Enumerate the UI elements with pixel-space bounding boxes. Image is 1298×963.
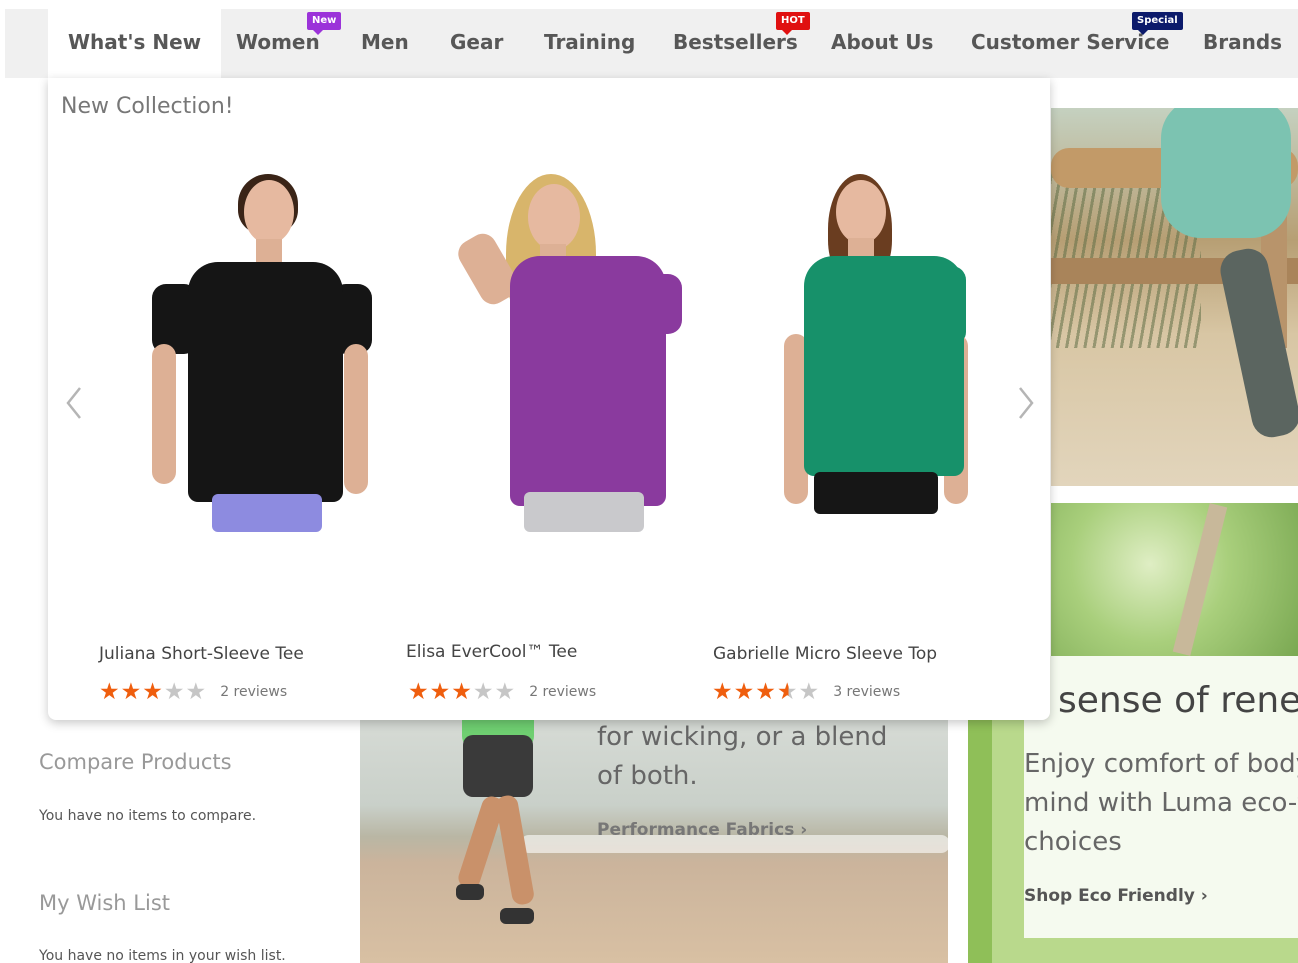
nav-item-bestsellers[interactable]: Bestsellers HOT <box>673 9 810 78</box>
performance-fabrics-link[interactable]: Performance Fabrics › <box>597 820 807 840</box>
model-arm <box>152 344 176 484</box>
model-shorts <box>814 472 938 514</box>
model-arm <box>344 344 368 494</box>
shop-eco-friendly-link[interactable]: Shop Eco Friendly › <box>1024 886 1208 906</box>
nav-item-customer-service[interactable]: Customer Service Special <box>971 9 1183 78</box>
new-collection-dropdown: New Collection! Juliana Short-Sleeve Tee… <box>48 78 1050 720</box>
nav-item-label: Brands <box>1203 30 1283 54</box>
nav-item-label: Gear <box>450 30 504 54</box>
nav-item-whats-new[interactable]: What's New <box>48 9 222 78</box>
photo-model-torso <box>1161 108 1291 238</box>
product-image[interactable] <box>88 174 388 532</box>
performance-promo-text: for wicking, or a blend of both. <box>597 718 887 796</box>
nav-item-label: Men <box>361 30 409 54</box>
product-rating: ★★★★★ 3 reviews <box>712 679 900 705</box>
nav-item-gear[interactable]: Gear <box>450 9 503 78</box>
nav-item-women[interactable]: Women New <box>236 9 342 78</box>
photo-tree-trunk <box>1172 503 1228 656</box>
model-pants <box>524 492 644 532</box>
performance-promo-text-line: for wicking, or a blend <box>597 722 888 752</box>
eco-promo-text-line: Enjoy comfort of body <box>1024 749 1298 779</box>
photo-runner-shoe <box>500 908 534 924</box>
eco-promo-title: sense of rene <box>1058 680 1298 721</box>
carousel-next-button[interactable] <box>1010 378 1040 428</box>
nav-item-men[interactable]: Men <box>361 9 409 78</box>
nav-item-training[interactable]: Training <box>544 9 635 78</box>
product-image[interactable] <box>688 174 988 532</box>
product-rating: ★★★★★ 2 reviews <box>408 679 596 705</box>
wishlist-empty-text: You have no items in your wish list. <box>39 948 286 963</box>
rating-stars: ★★★★★ <box>99 679 208 705</box>
product-name[interactable]: Juliana Short-Sleeve Tee <box>99 644 304 664</box>
nav-item-label: About Us <box>831 30 934 54</box>
eco-promo-text: Enjoy comfort of body mind with Luma eco… <box>1024 745 1298 862</box>
chevron-right-icon <box>1019 387 1034 419</box>
model-shirt <box>188 262 343 502</box>
product-name[interactable]: Elisa EverCool™ Tee <box>406 642 577 662</box>
main-navigation: What's New Women New Men Gear Training B… <box>5 9 1298 78</box>
special-badge: Special <box>1132 12 1183 35</box>
nav-item-label: Bestsellers <box>673 30 798 54</box>
new-badge: New <box>307 12 342 35</box>
model-pants <box>212 494 322 532</box>
compare-products-empty-text: You have no items to compare. <box>39 808 257 824</box>
reviews-link[interactable]: 2 reviews <box>220 684 287 700</box>
chevron-left-icon <box>66 387 81 419</box>
model-head <box>836 180 886 244</box>
compare-products-title: Compare Products <box>39 750 232 774</box>
wishlist-title: My Wish List <box>39 891 170 915</box>
model-shirt <box>804 256 964 476</box>
nav-item-label: Women <box>236 30 320 54</box>
product-image[interactable] <box>388 174 688 532</box>
nav-item-brands[interactable]: Brands <box>1203 9 1282 78</box>
hero-photo-top-right <box>1051 108 1298 486</box>
reviews-link[interactable]: 3 reviews <box>833 684 900 700</box>
nav-item-label: What's New <box>68 30 202 54</box>
hot-badge: HOT <box>776 12 810 35</box>
nav-item-label: Training <box>544 30 636 54</box>
photo-runner-shoe <box>456 884 484 900</box>
dropdown-title: New Collection! <box>61 94 234 119</box>
photo-runner-shorts <box>463 735 533 797</box>
nav-item-about-us[interactable]: About Us <box>831 9 933 78</box>
model-shirt <box>510 256 666 506</box>
eco-promo-text-line: mind with Luma eco-fr <box>1024 788 1298 818</box>
reviews-link[interactable]: 2 reviews <box>529 684 596 700</box>
rating-stars: ★★★★★ <box>712 679 821 705</box>
rating-stars: ★★★★★ <box>408 679 517 705</box>
eco-promo-text-line: choices <box>1024 827 1122 857</box>
product-rating: ★★★★★ 2 reviews <box>99 679 287 705</box>
carousel-prev-button[interactable] <box>60 378 90 428</box>
model-head <box>528 184 580 250</box>
performance-promo-text-line: of both. <box>597 761 698 791</box>
model-head <box>244 180 294 244</box>
hero-photo-trees <box>1051 503 1298 656</box>
product-name[interactable]: Gabrielle Micro Sleeve Top <box>713 644 937 664</box>
